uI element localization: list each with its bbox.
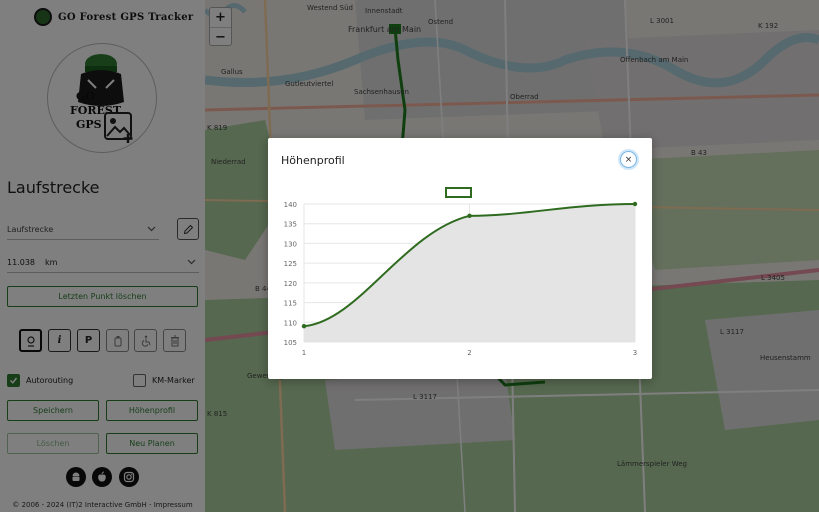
y-tick-label: 120 xyxy=(284,280,297,288)
data-point xyxy=(301,324,307,329)
data-point xyxy=(632,201,638,207)
y-tick-label: 135 xyxy=(284,221,297,229)
close-button[interactable]: × xyxy=(620,151,637,168)
y-tick-label: 125 xyxy=(284,260,297,268)
x-tick-label: 1 xyxy=(302,349,306,357)
y-tick-label: 105 xyxy=(284,339,297,347)
y-tick-label: 115 xyxy=(284,300,297,308)
close-icon: × xyxy=(624,154,633,165)
area-fill xyxy=(304,204,635,342)
y-tick-label: 130 xyxy=(284,240,297,248)
data-point xyxy=(467,213,472,219)
y-tick-label: 140 xyxy=(284,201,297,209)
elevation-chart: 105 110 115 120 125 130 135 140 1 2 3 xyxy=(284,187,638,357)
y-tick-label: 110 xyxy=(284,319,297,327)
elevation-profile-modal: Höhenprofil × 105 110 115 120 125 130 135 140 1 2… xyxy=(268,138,652,379)
modal-title: Höhenprofil xyxy=(281,154,345,167)
x-tick-label: 3 xyxy=(633,349,637,357)
x-tick-label: 2 xyxy=(467,349,471,357)
legend-swatch xyxy=(445,187,472,198)
